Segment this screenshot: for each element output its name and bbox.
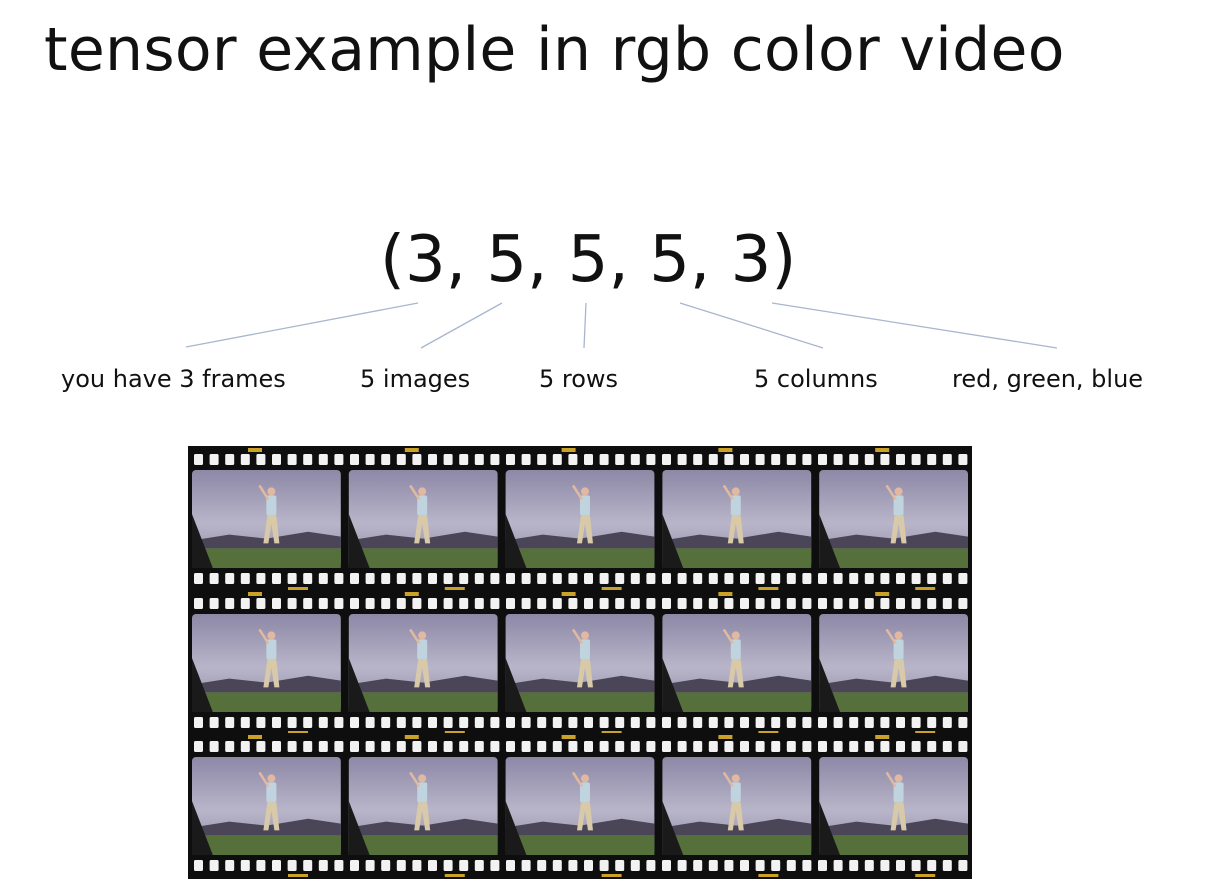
film-frame [348,757,498,855]
film-strip-image [188,446,972,879]
film-frame [662,614,812,712]
film-frame [348,614,498,712]
film-frame [192,470,341,568]
film-frame [192,614,341,712]
film-frame [505,614,655,712]
film-frame [662,470,812,568]
film-strip-1 [188,446,972,592]
film-frame [819,757,968,855]
film-frame [662,757,812,855]
film-frame [348,470,498,568]
film-frame [505,470,655,568]
film-strip-3 [188,733,972,879]
film-frame [819,614,968,712]
film-frame [192,757,341,855]
film-frame [505,757,655,855]
film-frame [819,470,968,568]
film-strip-2 [188,590,972,736]
